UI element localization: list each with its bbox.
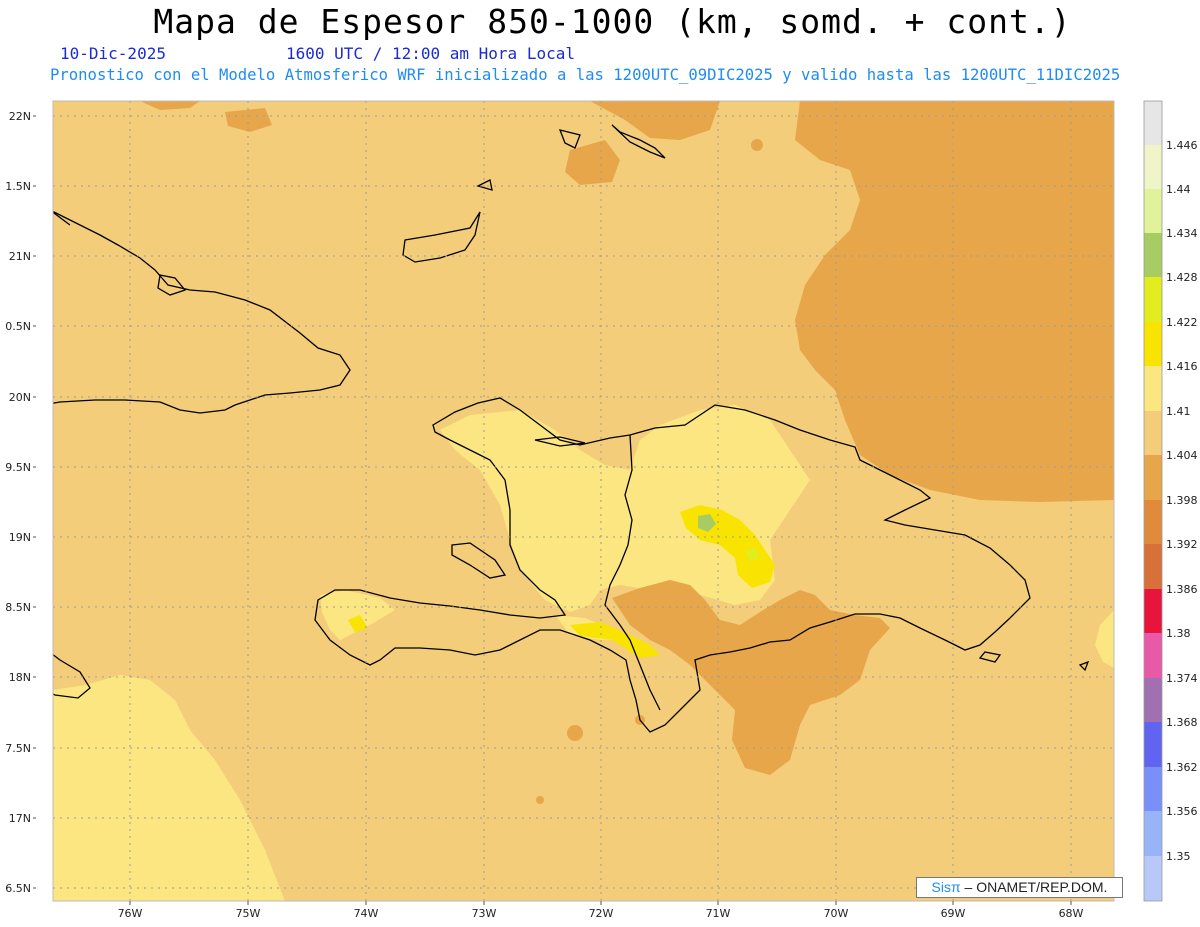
colorbar-label: 1.356 [1166, 805, 1198, 818]
colorbar-cell [1144, 767, 1162, 811]
lon-labels: 76W 75W 74W 73W 72W 71W 70W 69W 68W [118, 907, 1084, 920]
color-bar [1143, 100, 1163, 902]
colorbar-cell [1144, 455, 1162, 500]
colorbar-cell [1144, 589, 1162, 633]
colorbar-cell [1144, 500, 1162, 544]
colorbar-label: 1.398 [1166, 494, 1198, 507]
lat-label: 19N [9, 531, 31, 544]
thickness-patch-1 [567, 725, 583, 741]
colorbar-label: 1.38 [1166, 627, 1191, 640]
thickness-patch-2 [536, 796, 544, 804]
colorbar-labels: 1.446 1.44 1.434 1.428 1.422 1.416 1.41 … [1166, 139, 1198, 863]
colorbar-label: 1.434 [1166, 227, 1198, 240]
thickness-patch-4 [751, 139, 763, 151]
lat-label: 0.5N [5, 320, 31, 333]
lat-label: 18N [9, 671, 31, 684]
forecast-date: 10-Dic-2025 [60, 44, 166, 63]
colorbar-cell [1144, 233, 1162, 277]
lat-label: 20N [9, 391, 31, 404]
colorbar-label: 1.44 [1166, 183, 1191, 196]
colorbar-label: 1.368 [1166, 716, 1198, 729]
lat-label: 22N [9, 110, 31, 123]
colorbar-label: 1.428 [1166, 271, 1198, 284]
colorbar-label: 1.35 [1166, 850, 1191, 863]
colorbar-cell [1144, 189, 1162, 233]
forecast-time: 1600 UTC / 12:00 am Hora Local [286, 44, 575, 63]
lon-label: 68W [1059, 907, 1084, 920]
lon-label: 73W [472, 907, 497, 920]
colorbar-cell [1144, 322, 1162, 366]
map-title: Mapa de Espesor 850-1000 (km, somd. + co… [153, 2, 1072, 41]
lat-label: 21N [9, 250, 31, 263]
lon-label: 76W [118, 907, 143, 920]
lat-label: 8.5N [5, 601, 31, 614]
colorbar-cell [1144, 411, 1162, 455]
lon-label: 74W [354, 907, 379, 920]
lon-label: 69W [941, 907, 966, 920]
colorbar-label: 1.386 [1166, 583, 1198, 596]
lon-label: 75W [236, 907, 261, 920]
lon-label: 72W [589, 907, 614, 920]
colorbar-label: 1.404 [1166, 449, 1198, 462]
colorbar-cell [1144, 678, 1162, 722]
colorbar-cell [1144, 544, 1162, 589]
lon-label: 71W [706, 907, 731, 920]
colorbar-cell [1144, 366, 1162, 411]
colorbar-cell [1144, 145, 1162, 189]
colorbar-cell [1144, 101, 1162, 145]
colorbar-cell [1144, 633, 1162, 678]
colorbar-label: 1.446 [1166, 139, 1198, 152]
lat-label: 7.5N [5, 742, 31, 755]
lon-label: 70W [824, 907, 849, 920]
colorbar-label: 1.392 [1166, 538, 1198, 551]
credit-box: Sisπ – ONAMET/REP.DOM. [916, 877, 1123, 898]
lat-label: 1.5N [5, 180, 31, 193]
credit-text: – ONAMET/REP.DOM. [960, 879, 1108, 895]
lat-label: 17N [9, 812, 31, 825]
lat-label: 9.5N [5, 461, 31, 474]
forecast-description: Pronostico con el Modelo Atmosferico WRF… [50, 66, 1121, 84]
lat-label: 6.5N [5, 882, 31, 895]
colorbar-label: 1.41 [1166, 405, 1191, 418]
colorbar-label: 1.362 [1166, 761, 1198, 774]
colorbar-label: 1.422 [1166, 316, 1198, 329]
colorbar-cell [1144, 722, 1162, 767]
colorbar-cell [1144, 277, 1162, 322]
forecast-map-svg: 22N 1.5N 21N 0.5N 20N 9.5N 19N 8.5N 18N … [5, 100, 1198, 920]
lat-labels: 22N 1.5N 21N 0.5N 20N 9.5N 19N 8.5N 18N … [5, 110, 31, 895]
colorbar-label: 1.416 [1166, 360, 1198, 373]
colorbar-cell [1144, 856, 1162, 901]
colorbar-cell [1144, 811, 1162, 856]
colorbar-label: 1.374 [1166, 672, 1198, 685]
credit-logo: Sisπ [931, 879, 961, 895]
